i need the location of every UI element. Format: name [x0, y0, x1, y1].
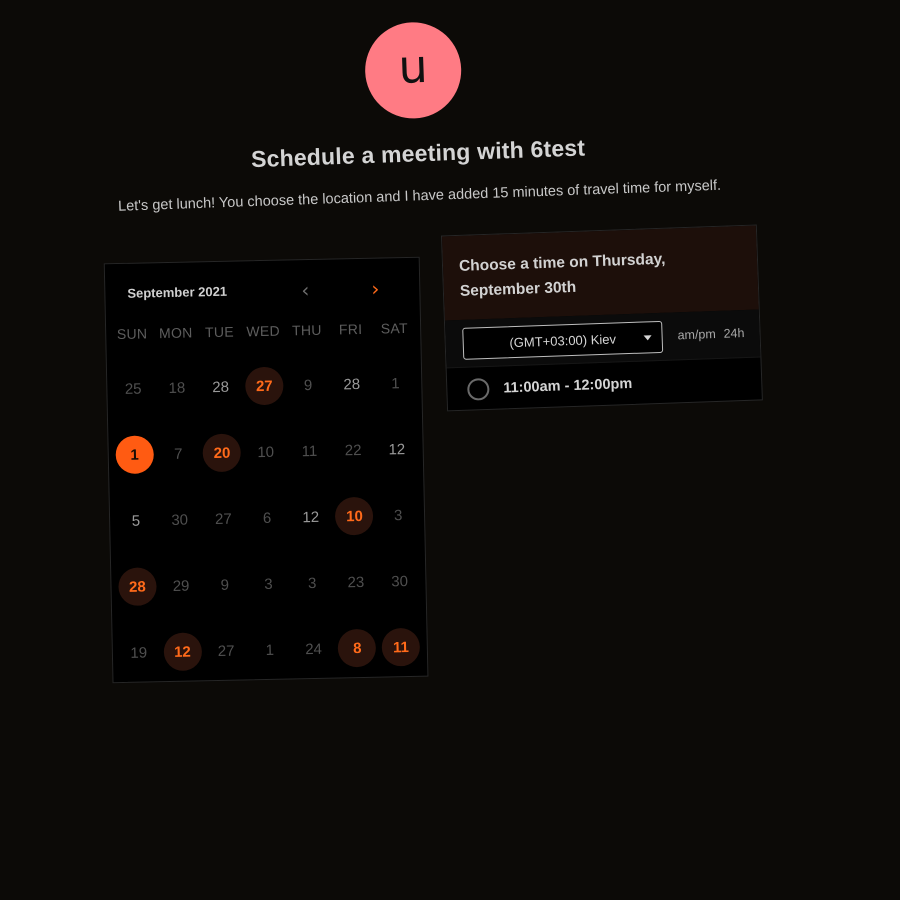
calendar-day[interactable]: 27: [242, 353, 287, 420]
calendar-day-label: 28: [343, 375, 361, 393]
calendar-day: 12: [374, 416, 419, 483]
calendar-day: 30: [157, 486, 202, 553]
calendar-day: 23: [333, 549, 378, 616]
calendar-day-label: 12: [388, 440, 406, 458]
calendar-day-label: 5: [131, 512, 141, 530]
calendar-day-label: 8: [337, 628, 377, 668]
calendar-day: 29: [159, 552, 204, 619]
calendar-day: 22: [331, 417, 376, 484]
calendar-day-label: 30: [391, 572, 409, 590]
calendar-day: 28: [329, 351, 374, 418]
calendar-day: 18: [154, 354, 199, 421]
calendar-day: 12: [288, 484, 333, 551]
calendar-day-label: 20: [202, 433, 242, 473]
calendar-day-label: 27: [214, 510, 232, 528]
avatar-letter: u: [397, 38, 429, 94]
calendar-day-label: 12: [302, 508, 320, 526]
calendar-day: 1: [373, 350, 418, 417]
calendar: September 2021 ‹ › SUN MON TUE WED THU F…: [103, 256, 429, 687]
format-ampm-toggle[interactable]: am/pm: [677, 327, 716, 342]
calendar-day: 28: [198, 353, 243, 420]
calendar-day-label: 1: [265, 641, 275, 659]
time-slot-label: 11:00am - 12:00pm: [503, 375, 633, 397]
calendar-day: 24: [291, 616, 336, 683]
calendar-day[interactable]: 10: [332, 483, 377, 550]
calendar-day: 27: [201, 485, 246, 552]
calendar-day[interactable]: 20: [199, 419, 244, 486]
calendar-header: September 2021 ‹ ›: [105, 258, 420, 327]
calendar-day-label: 9: [220, 576, 230, 594]
weekday-label: THU: [291, 321, 322, 339]
calendar-day-label: 7: [173, 445, 183, 463]
calendar-day-label: 3: [393, 506, 403, 524]
calendar-day-label: 18: [168, 379, 186, 397]
calendar-day[interactable]: 28: [115, 553, 160, 620]
weekday-label: TUE: [204, 323, 235, 341]
weekday-label: WED: [246, 322, 281, 340]
avatar: u: [363, 20, 463, 121]
page-subtitle: Let's get lunch! You choose the location…: [117, 177, 722, 215]
weekday-label: SUN: [116, 325, 148, 343]
calendar-day: 27: [204, 617, 249, 684]
format-24h-toggle[interactable]: 24h: [723, 326, 744, 341]
time-panel: Choose a time on Thursday, September 30t…: [440, 224, 763, 412]
calendar-day-label: 25: [124, 380, 142, 398]
calendar-day-label: 27: [217, 642, 235, 660]
chevron-right-icon[interactable]: ›: [361, 274, 390, 303]
calendar-day-label: 23: [347, 573, 365, 591]
calendar-day: 19: [116, 619, 161, 686]
booking-page: u Schedule a meeting with 6test Let's ge…: [0, 0, 900, 900]
radio-icon[interactable]: [466, 377, 490, 401]
calendar-day: 3: [290, 550, 335, 617]
calendar-day-label: 9: [303, 376, 313, 394]
calendar-day-label: 11: [301, 442, 318, 460]
timezone-value: (GMT+03:00) Kiev: [509, 330, 617, 350]
weekday-label: MON: [158, 324, 193, 342]
calendar-day: 6: [245, 484, 290, 551]
timezone-select[interactable]: (GMT+03:00) Kiev: [462, 320, 664, 360]
calendar-day-label: 10: [257, 443, 275, 461]
calendar-day: 1: [247, 616, 292, 683]
calendar-day: 25: [111, 355, 156, 422]
calendar-day-label: 30: [171, 511, 189, 529]
calendar-day-label: 22: [344, 441, 362, 459]
calendar-day-label: 19: [130, 643, 148, 662]
calendar-day-label: 27: [244, 366, 284, 406]
calendar-day-label: 28: [212, 378, 230, 396]
time-panel-heading: Choose a time on Thursday, September 30t…: [441, 225, 759, 321]
calendar-day-label: 3: [264, 575, 273, 593]
calendar-day-label: 29: [172, 577, 190, 595]
calendar-day[interactable]: 12: [160, 618, 205, 685]
calendar-day: 3: [376, 482, 421, 549]
calendar-day-label: 12: [163, 632, 202, 672]
weekday-label: FRI: [338, 320, 363, 338]
calendar-day-label: 28: [117, 567, 157, 607]
calendar-day-label: 11: [381, 627, 421, 667]
calendar-day: 5: [113, 487, 158, 554]
calendar-day: 9: [285, 352, 330, 419]
calendar-day: 3: [246, 550, 291, 617]
calendar-day-label: 6: [262, 509, 272, 527]
caret-down-icon: [643, 335, 652, 341]
calendar-day: 30: [377, 548, 422, 615]
chevron-left-icon[interactable]: ‹: [291, 276, 320, 305]
calendar-day-label: 10: [335, 496, 374, 536]
calendar-day[interactable]: 8: [335, 615, 380, 682]
calendar-day-label: 3: [307, 574, 317, 592]
calendar-day: 10: [243, 419, 288, 486]
calendar-day[interactable]: 1: [112, 421, 157, 488]
page-title: Schedule a meeting with 6test: [250, 134, 586, 173]
calendar-day: 9: [202, 551, 247, 618]
calendar-day-label: 1: [115, 435, 154, 475]
calendar-day: 11: [287, 418, 332, 485]
calendar-day-label: 24: [305, 640, 323, 658]
calendar-day-label: 1: [391, 374, 400, 392]
weekday-label: SAT: [380, 319, 409, 337]
calendar-day[interactable]: 11: [378, 614, 423, 681]
day-grid: 25 18 28 27 9 28 1 1 7 20 10 11 22 12 5 30 27 6 12 10 3 28 29 9…: [107, 346, 428, 687]
month-label: September 2021: [127, 283, 228, 301]
calendar-day: 7: [156, 420, 201, 487]
